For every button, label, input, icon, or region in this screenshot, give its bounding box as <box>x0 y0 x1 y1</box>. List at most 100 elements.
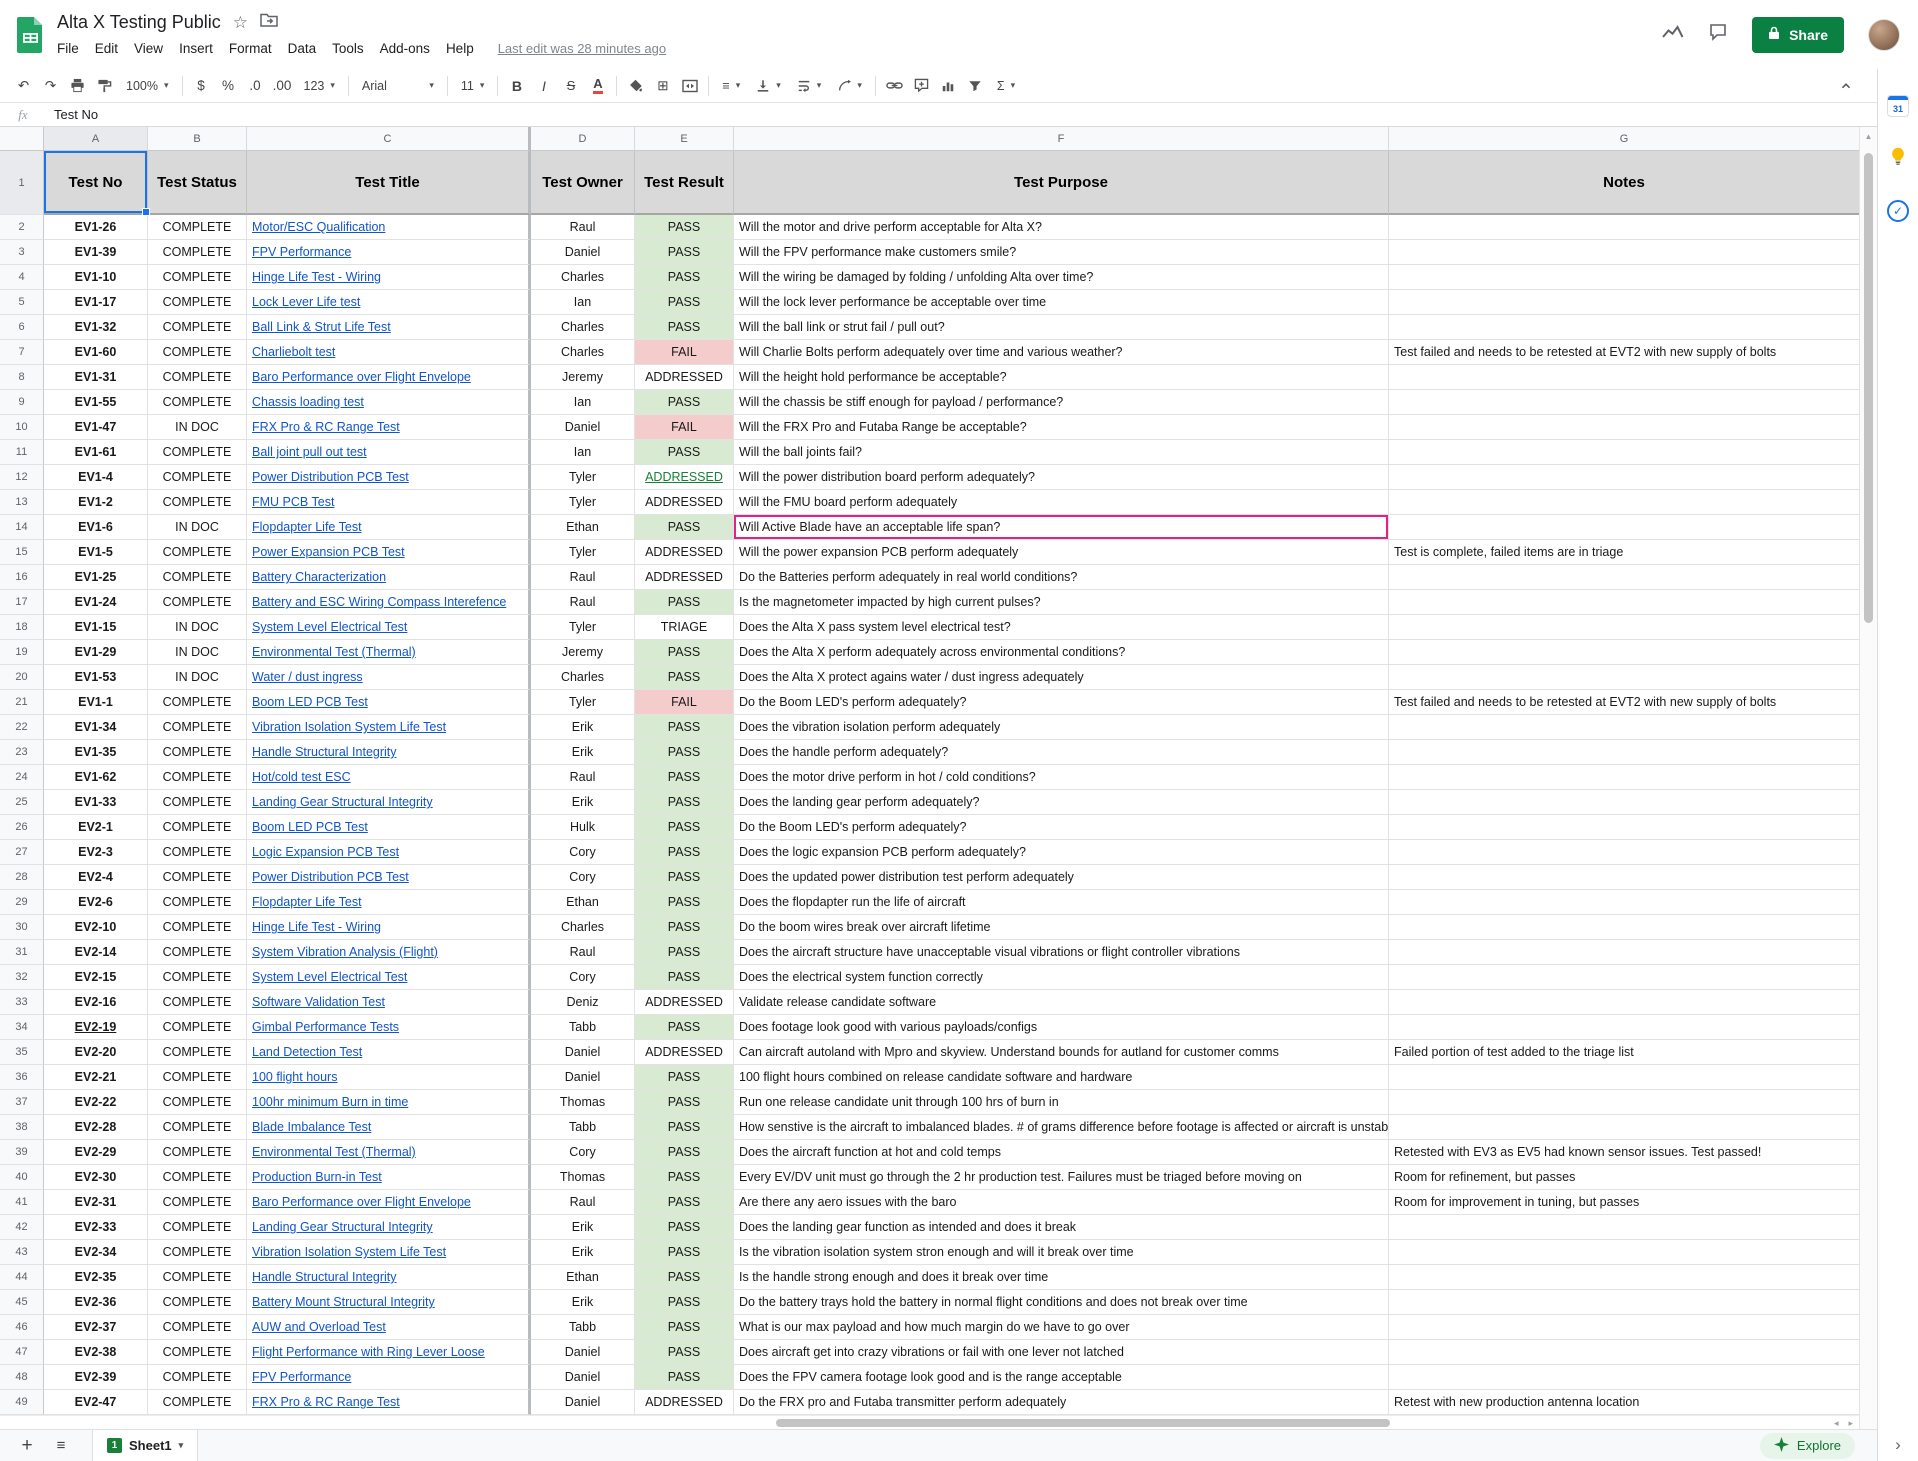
row-header-23[interactable]: 23 <box>0 740 44 765</box>
text-rotation-select[interactable]: ▾ <box>829 73 870 99</box>
cell-test-result[interactable]: PASS <box>635 265 734 290</box>
cell-test-result[interactable]: ADDRESSED <box>635 365 734 390</box>
tasks-icon[interactable]: ✓ <box>1887 200 1909 222</box>
increase-decimal-button[interactable]: .00 <box>269 73 296 99</box>
cell-test-purpose[interactable]: Do the Batteries perform adequately in r… <box>734 565 1389 590</box>
cell-test-title[interactable]: Ball Link & Strut Life Test <box>247 315 531 340</box>
cell-test-no[interactable]: EV2-35 <box>44 1265 148 1290</box>
cell-test-no[interactable]: EV1-35 <box>44 740 148 765</box>
comment-history-icon[interactable] <box>1708 23 1728 46</box>
cell-test-title[interactable]: FRX Pro & RC Range Test <box>247 1390 531 1415</box>
cell-test-result[interactable]: PASS <box>635 1165 734 1190</box>
cell-test-title[interactable]: Boom LED PCB Test <box>247 815 531 840</box>
cell-test-owner[interactable]: Tabb <box>531 1315 635 1340</box>
menu-tools[interactable]: Tools <box>324 41 372 56</box>
cell-test-purpose[interactable]: Will the FPV performance make customers … <box>734 240 1389 265</box>
cell-test-title[interactable]: Blade Imbalance Test <box>247 1115 531 1140</box>
cell-test-result[interactable]: PASS <box>635 290 734 315</box>
cell-test-result[interactable]: PASS <box>635 1315 734 1340</box>
cell-test-owner[interactable]: Ethan <box>531 890 635 915</box>
cell-notes[interactable] <box>1389 415 1859 440</box>
cell-test-no[interactable]: EV1-32 <box>44 315 148 340</box>
row-header-26[interactable]: 26 <box>0 815 44 840</box>
cell-test-no[interactable]: EV2-14 <box>44 940 148 965</box>
cell-test-status[interactable]: COMPLETE <box>148 965 247 990</box>
cell-test-owner[interactable]: Cory <box>531 840 635 865</box>
column-header-f[interactable]: F <box>734 127 1389 151</box>
cell-test-purpose[interactable]: Validate release candidate software <box>734 990 1389 1015</box>
cell-test-title[interactable]: FPV Performance <box>247 1365 531 1390</box>
column-header-d[interactable]: D <box>531 127 635 151</box>
cell-test-result[interactable]: PASS <box>635 315 734 340</box>
row-header-14[interactable]: 14 <box>0 515 44 540</box>
cell-test-purpose[interactable]: Does aircraft get into crazy vibrations … <box>734 1340 1389 1365</box>
cell-notes[interactable]: Retest with new production antenna locat… <box>1389 1390 1859 1415</box>
cell-test-owner[interactable]: Raul <box>531 590 635 615</box>
cell-test-no[interactable]: EV1-10 <box>44 265 148 290</box>
font-size-select[interactable]: 11▾ <box>453 73 493 99</box>
cell-test-result[interactable]: ADDRESSED <box>635 490 734 515</box>
cell-test-status[interactable]: IN DOC <box>148 615 247 640</box>
row-header-13[interactable]: 13 <box>0 490 44 515</box>
cell-test-status[interactable]: COMPLETE <box>148 1240 247 1265</box>
cell-test-status[interactable]: COMPLETE <box>148 990 247 1015</box>
format-currency-button[interactable]: $ <box>188 73 215 99</box>
cell-test-no[interactable]: EV1-31 <box>44 365 148 390</box>
cell-test-status[interactable]: COMPLETE <box>148 340 247 365</box>
row-header-18[interactable]: 18 <box>0 615 44 640</box>
cell-test-result[interactable]: PASS <box>635 1290 734 1315</box>
vertical-scrollbar[interactable]: ▲ <box>1859 127 1877 1429</box>
cell-test-purpose[interactable]: Will the FMU board perform adequately <box>734 490 1389 515</box>
fill-color-button[interactable] <box>622 73 649 99</box>
cell-test-no[interactable]: EV2-33 <box>44 1215 148 1240</box>
cell-test-status[interactable]: COMPLETE <box>148 1040 247 1065</box>
cell-test-owner[interactable]: Deniz <box>531 990 635 1015</box>
cell-test-purpose[interactable]: Does the updated power distribution test… <box>734 865 1389 890</box>
cell-test-owner[interactable]: Ethan <box>531 515 635 540</box>
cell-test-title[interactable]: Environmental Test (Thermal) <box>247 1140 531 1165</box>
cell-test-title[interactable]: Handle Structural Integrity <box>247 740 531 765</box>
cell-test-purpose[interactable]: Will the ball link or strut fail / pull … <box>734 315 1389 340</box>
row-header-2[interactable]: 2 <box>0 215 44 240</box>
row-header-39[interactable]: 39 <box>0 1140 44 1165</box>
cell-test-title[interactable]: Water / dust ingress <box>247 665 531 690</box>
cell-test-status[interactable]: COMPLETE <box>148 1215 247 1240</box>
cell-test-title[interactable]: Baro Performance over Flight Envelope <box>247 365 531 390</box>
row-header-40[interactable]: 40 <box>0 1165 44 1190</box>
cell-notes[interactable] <box>1389 240 1859 265</box>
cell-notes[interactable] <box>1389 1065 1859 1090</box>
cell-notes[interactable] <box>1389 215 1859 240</box>
cell-test-status[interactable]: COMPLETE <box>148 740 247 765</box>
cell-test-title[interactable]: Environmental Test (Thermal) <box>247 640 531 665</box>
cell-test-purpose[interactable]: Will the lock lever performance be accep… <box>734 290 1389 315</box>
cell-notes[interactable] <box>1389 1090 1859 1115</box>
cell-test-result[interactable]: PASS <box>635 1065 734 1090</box>
cell-test-owner[interactable]: Charles <box>531 340 635 365</box>
cell-test-purpose[interactable]: Does the handle perform adequately? <box>734 740 1389 765</box>
cell-notes[interactable] <box>1389 640 1859 665</box>
cell-test-no[interactable]: EV2-28 <box>44 1115 148 1140</box>
cell-test-status[interactable]: IN DOC <box>148 665 247 690</box>
cell-test-purpose[interactable]: Does the motor drive perform in hot / co… <box>734 765 1389 790</box>
cell-test-result[interactable]: PASS <box>635 940 734 965</box>
cell-test-result[interactable]: TRIAGE <box>635 615 734 640</box>
row-header-27[interactable]: 27 <box>0 840 44 865</box>
cell-test-owner[interactable]: Daniel <box>531 1390 635 1415</box>
row-header-21[interactable]: 21 <box>0 690 44 715</box>
cell-test-owner[interactable]: Erik <box>531 715 635 740</box>
cell-test-purpose[interactable]: Will the ball joints fail? <box>734 440 1389 465</box>
cell-notes[interactable] <box>1389 665 1859 690</box>
explore-button[interactable]: Explore <box>1760 1433 1855 1459</box>
cell-test-status[interactable]: COMPLETE <box>148 215 247 240</box>
row-header-49[interactable]: 49 <box>0 1390 44 1415</box>
cell-test-no[interactable]: EV1-15 <box>44 615 148 640</box>
cell-notes[interactable] <box>1389 565 1859 590</box>
cell-test-owner[interactable]: Ian <box>531 440 635 465</box>
cell-test-no[interactable]: EV1-61 <box>44 440 148 465</box>
column-header-a[interactable]: A <box>44 127 148 151</box>
cell-test-owner[interactable]: Thomas <box>531 1165 635 1190</box>
cell-test-result[interactable]: ADDRESSED <box>635 1040 734 1065</box>
undo-button[interactable]: ↶ <box>10 73 37 99</box>
cell-notes[interactable] <box>1389 940 1859 965</box>
cell-test-purpose[interactable]: What is our max payload and how much mar… <box>734 1315 1389 1340</box>
